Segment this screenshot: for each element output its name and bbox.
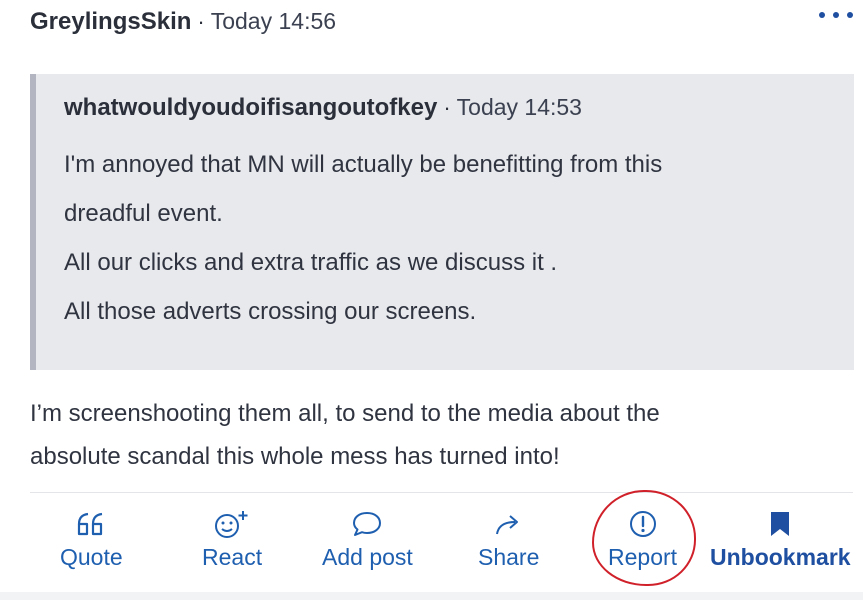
quote-line: All our clicks and extra traffic as we d… (64, 249, 558, 276)
post-card: GreylingsSkin · Today 14:56 whatwouldyou… (0, 0, 863, 600)
post-author[interactable]: GreylingsSkin (30, 8, 191, 36)
bookmark-icon (768, 506, 792, 542)
react-label: React (202, 544, 263, 570)
quote-separator: · (443, 95, 451, 120)
quote-author[interactable]: whatwouldyoudoifisangoutofkey (64, 94, 437, 122)
share-arrow-icon (493, 506, 525, 542)
quote-timestamp[interactable]: Today 14:53 (457, 94, 582, 121)
quote-text: I'm annoyed that MN will actually be ben… (64, 140, 826, 336)
post-timestamp[interactable]: Today 14:56 (211, 8, 336, 35)
quote-button[interactable]: Quote (60, 506, 123, 586)
react-button[interactable]: React (202, 506, 262, 586)
report-button[interactable]: Report (608, 506, 677, 586)
quote-line: I'm annoyed that MN will actually be ben… (64, 151, 663, 178)
unbookmark-button[interactable]: Unbookmark (710, 506, 851, 586)
post-body: I’m screenshooting them all, to send to … (30, 392, 830, 478)
quoted-post: whatwouldyoudoifisangoutofkey · Today 14… (30, 74, 854, 370)
ellipsis-icon[interactable] (819, 4, 853, 26)
post-actions: Quote React Add post Share Report Unbook… (30, 506, 863, 586)
divider (30, 492, 853, 493)
smiley-plus-icon (213, 506, 251, 542)
quote-line: All those adverts crossing our screens. (64, 298, 477, 325)
body-line: I’m screenshooting them all, to send to … (30, 400, 660, 427)
share-label: Share (478, 544, 540, 570)
add-post-label: Add post (322, 544, 413, 570)
share-button[interactable]: Share (478, 506, 539, 586)
card-bottom-edge (0, 592, 863, 600)
body-line: absolute scandal this whole mess has tur… (30, 443, 560, 470)
add-post-button[interactable]: Add post (322, 506, 413, 586)
exclamation-circle-icon (628, 506, 658, 542)
speech-bubble-icon (351, 506, 383, 542)
post-header: GreylingsSkin · Today 14:56 (30, 8, 843, 38)
report-label: Report (608, 544, 678, 570)
quote-header: whatwouldyoudoifisangoutofkey · Today 14… (64, 94, 826, 130)
quote-label: Quote (60, 544, 123, 570)
quote-line: dreadful event. (64, 200, 223, 227)
unbookmark-label: Unbookmark (710, 544, 851, 570)
header-separator: · (197, 9, 205, 34)
quote-icon (76, 506, 106, 542)
